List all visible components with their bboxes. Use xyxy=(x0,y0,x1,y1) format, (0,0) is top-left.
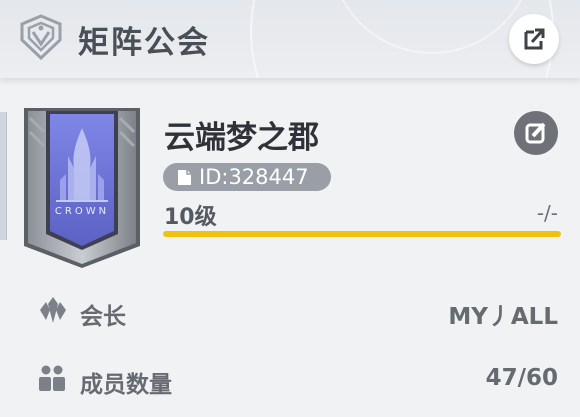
guild-id-badge: ID:328447 xyxy=(163,163,331,191)
side-panel-edge xyxy=(0,112,7,240)
level-progress-bar xyxy=(163,231,561,237)
guild-name: 云端梦之郡 xyxy=(164,120,319,156)
edit-button[interactable] xyxy=(514,111,558,155)
id-card-icon xyxy=(178,170,191,185)
guild-emblem-icon xyxy=(18,14,64,61)
leader-icon xyxy=(40,297,66,323)
guild-level: 10级 xyxy=(164,205,217,230)
edit-icon xyxy=(525,122,546,144)
members-value: 47/60 xyxy=(485,365,558,391)
banner-text: CROWN xyxy=(55,206,109,217)
level-progress-fill xyxy=(163,231,561,237)
share-button[interactable] xyxy=(509,14,559,64)
share-icon xyxy=(524,28,545,50)
leader-value: MY丿ALL xyxy=(448,304,558,330)
page-title: 矩阵公会 xyxy=(78,25,210,61)
guild-banner: CROWN xyxy=(24,108,140,268)
members-icon xyxy=(39,365,65,391)
level-progress-text: -/- xyxy=(536,201,558,225)
members-label: 成员数量 xyxy=(80,372,172,398)
leader-label: 会长 xyxy=(80,304,126,330)
header-bar: 矩阵公会 xyxy=(0,0,580,78)
guild-id: ID:328447 xyxy=(199,165,309,189)
